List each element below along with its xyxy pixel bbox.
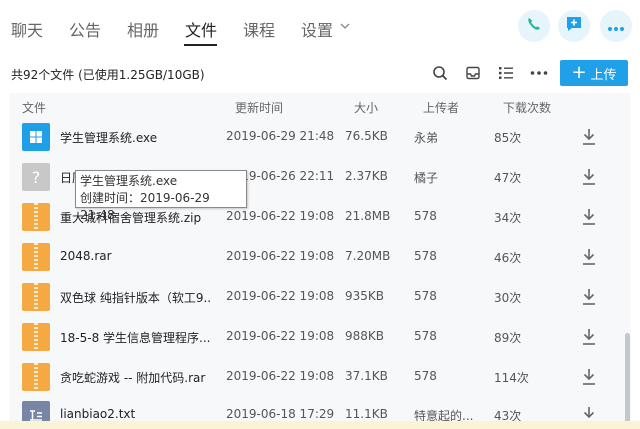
- file-list-panel: 文件 更新时间 大小 上传者 下载次数 学生管理系统.exe 2019-06-2…: [9, 93, 631, 429]
- tooltip-filename: 学生管理系统.exe: [80, 174, 178, 188]
- file-name[interactable]: 学生管理系统.exe: [60, 129, 210, 146]
- file-size: 2.37KB: [345, 169, 388, 183]
- file-time: 2019-06-22 19:08: [226, 209, 335, 223]
- file-size: 935KB: [345, 289, 385, 303]
- download-icon[interactable]: [581, 128, 597, 146]
- active-tab-indicator: [184, 44, 217, 46]
- chat-add-icon: [565, 15, 583, 37]
- tab-chat[interactable]: 聊天: [11, 17, 43, 41]
- unknown-file-icon: ?: [22, 163, 50, 191]
- file-name[interactable]: 2048.rar: [60, 249, 210, 263]
- search-icon[interactable]: [431, 64, 449, 82]
- download-count: 114次: [494, 371, 529, 385]
- zip-file-icon: [22, 203, 50, 231]
- tab-files[interactable]: 文件: [185, 17, 217, 41]
- tab-courses[interactable]: 课程: [243, 17, 275, 41]
- download-count: 47次: [494, 171, 522, 185]
- more-options-button[interactable]: [600, 10, 632, 42]
- upload-label: 上传: [590, 67, 617, 83]
- header-updated[interactable]: 更新时间: [235, 99, 283, 116]
- chevron-down-icon[interactable]: [340, 20, 350, 33]
- file-uploader: 578: [414, 369, 437, 383]
- download-icon[interactable]: [581, 168, 597, 186]
- file-size: 988KB: [345, 329, 385, 343]
- more-dots-icon: [607, 17, 625, 36]
- download-count: 30次: [494, 291, 522, 305]
- zip-file-icon: [22, 243, 50, 271]
- table-row[interactable]: 18-5-8 学生信息管理程序... 2019-06-22 19:08 988K…: [9, 317, 621, 357]
- phone-icon: [526, 16, 542, 36]
- file-tooltip: 学生管理系统.exe 创建时间：2019-06-29 21:48: [75, 170, 247, 222]
- file-uploader: 永弟: [414, 131, 439, 145]
- vertical-scrollbar[interactable]: [625, 333, 630, 429]
- file-uploader: 578: [414, 209, 437, 223]
- table-header: 文件 更新时间 大小 上传者 下载次数: [9, 93, 631, 119]
- file-size: 7.20MB: [345, 249, 391, 263]
- table-row[interactable]: 2048.rar 2019-06-22 19:08 7.20MB 578 46次: [9, 237, 621, 277]
- download-icon[interactable]: [581, 208, 597, 226]
- tab-settings[interactable]: 设置: [301, 17, 333, 41]
- download-icon[interactable]: [581, 248, 597, 266]
- download-icon[interactable]: [581, 328, 597, 346]
- header-size[interactable]: 大小: [354, 99, 378, 116]
- file-time: 2019-06-22 19:08: [226, 289, 335, 303]
- zip-file-icon: [22, 363, 50, 391]
- file-size: 37.1KB: [345, 369, 388, 383]
- upload-button[interactable]: + 上传: [560, 60, 628, 86]
- file-time: 2019-06-22 19:08: [226, 369, 335, 383]
- file-time: 2019-06-22 19:08: [226, 249, 335, 263]
- table-row[interactable]: 双色球 纯指针版本（软工9... 2019-06-22 19:08 935KB …: [9, 277, 621, 317]
- header-download-count[interactable]: 下载次数: [503, 99, 551, 116]
- table-row[interactable]: 学生管理系统.exe 2019-06-29 21:48 76.5KB 永弟 85…: [9, 117, 621, 157]
- download-count: 34次: [494, 211, 522, 225]
- file-uploader: 橘子: [414, 171, 439, 185]
- tab-album[interactable]: 相册: [127, 17, 159, 41]
- header-uploader[interactable]: 上传者: [423, 99, 459, 116]
- file-name[interactable]: 双色球 纯指针版本（软工9...: [60, 289, 210, 306]
- file-toolbar: 共92个文件 (已使用1.25GB/10GB) + 上传: [0, 56, 640, 90]
- file-name[interactable]: 18-5-8 学生信息管理程序...: [60, 329, 210, 346]
- file-size: 11.1KB: [345, 407, 388, 421]
- more-dots-icon[interactable]: [530, 64, 548, 82]
- table-row[interactable]: 贪吃蛇游戏 -- 附加代码.rar 2019-06-22 19:08 37.1K…: [9, 357, 621, 397]
- file-size: 76.5KB: [345, 129, 388, 143]
- storage-summary: 共92个文件 (已使用1.25GB/10GB): [11, 68, 205, 82]
- download-icon[interactable]: [581, 368, 597, 386]
- list-view-icon[interactable]: [497, 64, 515, 82]
- top-nav: 聊天 公告 相册 文件 课程 设置: [0, 0, 640, 54]
- add-message-button[interactable]: [558, 10, 590, 42]
- file-time: 2019-06-29 21:48: [226, 129, 335, 143]
- header-name[interactable]: 文件: [22, 99, 46, 116]
- bottom-notice-bar: [0, 421, 640, 429]
- file-uploader: 578: [414, 329, 437, 343]
- file-name[interactable]: 贪吃蛇游戏 -- 附加代码.rar: [60, 369, 210, 386]
- tab-announcements[interactable]: 公告: [69, 17, 101, 41]
- file-uploader: 578: [414, 249, 437, 263]
- file-time: 2019-06-18 17:29: [226, 407, 335, 421]
- file-name[interactable]: lianbiao2.txt: [60, 407, 210, 421]
- zip-file-icon: [22, 323, 50, 351]
- call-button[interactable]: [518, 10, 550, 42]
- inbox-icon[interactable]: [464, 64, 482, 82]
- zip-file-icon: [22, 283, 50, 311]
- tooltip-created-time: 创建时间：2019-06-29 21:48: [80, 191, 210, 222]
- file-size: 21.8MB: [345, 209, 391, 223]
- download-count: 46次: [494, 251, 522, 265]
- download-icon[interactable]: [581, 288, 597, 306]
- exe-file-icon: [22, 123, 50, 151]
- download-count: 89次: [494, 331, 522, 345]
- download-count: 85次: [494, 131, 522, 145]
- file-uploader: 578: [414, 289, 437, 303]
- plus-icon: +: [571, 62, 587, 83]
- file-time: 2019-06-22 19:08: [226, 329, 335, 343]
